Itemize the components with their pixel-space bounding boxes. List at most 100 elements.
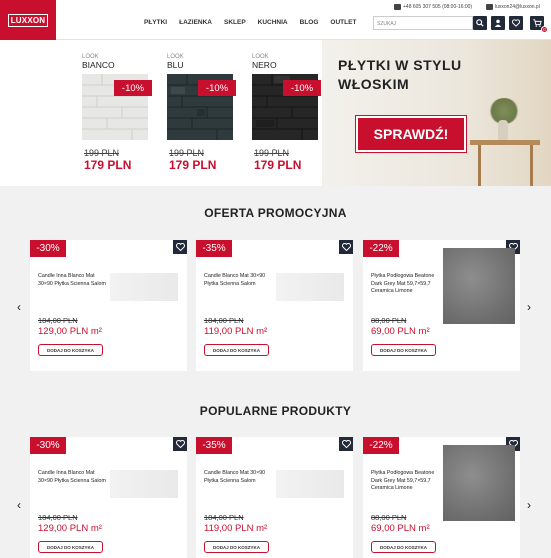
section-title-popular: POPULARNE PRODUKTY bbox=[199, 404, 352, 418]
new-price: 69,00 PLN m² bbox=[371, 523, 430, 534]
table-leg bbox=[478, 145, 481, 186]
product-card[interactable]: -22% Płytka Podłogowa Beatone Dark Grey … bbox=[363, 240, 520, 371]
banner-tile-bianco[interactable]: LOOK BIANCO bbox=[82, 54, 152, 140]
add-to-cart-button[interactable]: DODAJ DO KOSZYKA bbox=[38, 344, 103, 356]
nav-plytki[interactable]: PŁYTKI bbox=[138, 19, 173, 26]
banner-tile-nero[interactable]: LOOK NERO bbox=[252, 54, 322, 140]
hero-banner[interactable]: LOOK BIANCO -10% 199 PLN 179 PLN LOOK BL… bbox=[0, 40, 551, 186]
add-to-cart-button[interactable]: DODAJ DO KOSZYKA bbox=[38, 541, 103, 553]
wishlist-button[interactable] bbox=[173, 437, 187, 451]
old-price: 184,00 PLN bbox=[38, 316, 78, 325]
old-price: 184,00 PLN bbox=[204, 316, 244, 325]
product-name[interactable]: Candle Inna Blanco Mat 30×90 Płytka Scie… bbox=[38, 470, 108, 485]
old-price-blu: 199 PLN bbox=[169, 148, 205, 158]
cart-icon bbox=[532, 19, 542, 27]
nav-outlet[interactable]: OUTLET bbox=[324, 19, 362, 26]
product-name[interactable]: Candle Inna Blanco Mat 30×90 Płytka Scie… bbox=[38, 273, 108, 288]
discount-badge: -22% bbox=[363, 437, 399, 454]
promo-title: PŁYTKI W STYLU WŁOSKIM bbox=[338, 56, 478, 94]
new-price: 69,00 PLN m² bbox=[371, 326, 430, 337]
tile-name: NERO bbox=[252, 60, 277, 70]
banner-tile-blu[interactable]: LOOK BLU bbox=[167, 54, 237, 140]
search-input[interactable]: SZUKAJ bbox=[373, 16, 473, 30]
nav-kuchnia[interactable]: KUCHNIA bbox=[252, 19, 294, 26]
old-price-nero: 199 PLN bbox=[254, 148, 290, 158]
nav-sklep[interactable]: SKLEP bbox=[218, 19, 252, 26]
prev-arrow-icon[interactable]: ‹ bbox=[17, 300, 21, 314]
mail-icon bbox=[486, 4, 493, 10]
promo-title-line1: PŁYTKI W STYLU bbox=[338, 57, 462, 73]
product-image[interactable] bbox=[443, 445, 515, 521]
luxxon-logo[interactable]: LUXXON bbox=[0, 0, 56, 40]
promo-cta-button[interactable]: SPRAWDŹ! bbox=[355, 115, 467, 153]
new-price: 119,00 PLN m² bbox=[204, 326, 268, 337]
discount-badge: -35% bbox=[196, 437, 232, 454]
prev-arrow-icon[interactable]: ‹ bbox=[17, 498, 21, 512]
product-card[interactable]: -35% Candle Blanco Mat 30×90 Płytka Scie… bbox=[196, 437, 353, 558]
new-price: 119,00 PLN m² bbox=[204, 523, 268, 534]
product-card[interactable]: -30% Candle Inna Blanco Mat 30×90 Płytka… bbox=[30, 240, 187, 371]
product-image[interactable] bbox=[110, 273, 178, 301]
email-address: luxxon24@luxxon.pl bbox=[495, 4, 540, 10]
discount-badge: -22% bbox=[363, 240, 399, 257]
product-name[interactable]: Candle Blanco Mat 30×90 Płytka Scienna S… bbox=[204, 273, 274, 288]
old-price: 184,00 PLN bbox=[38, 513, 78, 522]
table-leg bbox=[530, 145, 533, 186]
cart-count-badge: 0 bbox=[541, 26, 548, 33]
next-arrow-icon[interactable]: › bbox=[527, 498, 531, 512]
heart-icon bbox=[175, 440, 185, 448]
search-icon bbox=[476, 19, 484, 27]
search-button[interactable] bbox=[473, 16, 487, 30]
nav-lazienka[interactable]: ŁAZIENKA bbox=[173, 19, 218, 26]
old-price: 88,00 PLN bbox=[371, 316, 407, 325]
new-price-bianco: 179 PLN bbox=[84, 158, 132, 172]
wishlist-button[interactable] bbox=[173, 240, 187, 254]
heart-icon bbox=[341, 243, 351, 251]
product-name[interactable]: Candle Blanco Mat 30×90 Płytka Scienna S… bbox=[204, 470, 274, 485]
nav-blog[interactable]: BLOG bbox=[294, 19, 325, 26]
new-price-nero: 179 PLN bbox=[254, 158, 302, 172]
phone-contact[interactable]: +48 605 307 505 (08:00-16:00) bbox=[394, 4, 472, 10]
wishlist-button[interactable] bbox=[509, 16, 523, 30]
product-image[interactable] bbox=[110, 470, 178, 498]
discount-badge: -35% bbox=[196, 240, 232, 257]
product-image[interactable] bbox=[276, 470, 344, 498]
promo-title-line2: WŁOSKIM bbox=[338, 75, 410, 92]
account-button[interactable] bbox=[491, 16, 505, 30]
wishlist-button[interactable] bbox=[339, 240, 353, 254]
phone-number: +48 605 307 505 (08:00-16:00) bbox=[403, 4, 473, 10]
new-price: 129,00 PLN m² bbox=[38, 326, 102, 337]
wishlist-button[interactable] bbox=[339, 437, 353, 451]
tile-name: BLU bbox=[167, 60, 184, 70]
product-card[interactable]: -30% Candle Inna Blanco Mat 30×90 Płytka… bbox=[30, 437, 187, 558]
heart-icon bbox=[175, 243, 185, 251]
new-price: 129,00 PLN m² bbox=[38, 523, 102, 534]
product-image[interactable] bbox=[276, 273, 344, 301]
product-image[interactable] bbox=[443, 248, 515, 324]
discount-badge-blu: -10% bbox=[198, 80, 236, 96]
add-to-cart-button[interactable]: DODAJ DO KOSZYKA bbox=[204, 344, 269, 356]
phone-icon bbox=[394, 4, 401, 10]
old-price-bianco: 199 PLN bbox=[84, 148, 120, 158]
discount-badge-bianco: -10% bbox=[114, 80, 152, 96]
tile-name: BIANCO bbox=[82, 60, 115, 70]
product-name[interactable]: Płytka Podłogowa Beatone Dark Grey Mat 5… bbox=[371, 470, 441, 493]
add-to-cart-button[interactable]: DODAJ DO KOSZYKA bbox=[204, 541, 269, 553]
add-to-cart-button[interactable]: DODAJ DO KOSZYKA bbox=[371, 541, 436, 553]
discount-badge: -30% bbox=[30, 240, 66, 257]
section-title-promo: OFERTA PROMOCYJNA bbox=[204, 206, 347, 220]
discount-badge: -30% bbox=[30, 437, 66, 454]
email-contact[interactable]: luxxon24@luxxon.pl bbox=[486, 4, 540, 10]
product-name[interactable]: Płytka Podłogowa Beatone Dark Grey Mat 5… bbox=[371, 273, 441, 296]
product-card[interactable]: -22% Płytka Podłogowa Beatone Dark Grey … bbox=[363, 437, 520, 558]
vase-decoration bbox=[498, 120, 508, 140]
new-price-blu: 179 PLN bbox=[169, 158, 217, 172]
logo-text: LUXXON bbox=[7, 13, 49, 27]
discount-badge-nero: -10% bbox=[283, 80, 321, 96]
next-arrow-icon[interactable]: › bbox=[527, 300, 531, 314]
add-to-cart-button[interactable]: DODAJ DO KOSZYKA bbox=[371, 344, 436, 356]
site-header: LUXXON PŁYTKI ŁAZIENKA SKLEP KUCHNIA BLO… bbox=[0, 0, 551, 40]
heart-icon bbox=[341, 440, 351, 448]
main-nav: PŁYTKI ŁAZIENKA SKLEP KUCHNIA BLOG OUTLE… bbox=[138, 19, 362, 26]
product-card[interactable]: -35% Candle Blanco Mat 30×90 Płytka Scie… bbox=[196, 240, 353, 371]
